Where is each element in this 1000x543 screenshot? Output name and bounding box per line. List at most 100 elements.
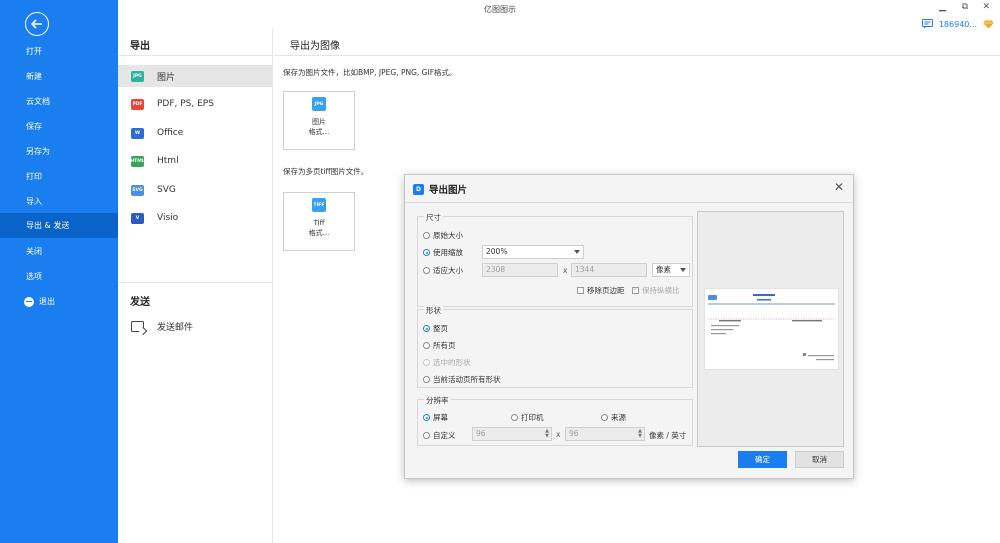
tile-label: 图片 bbox=[312, 118, 326, 126]
diamond-icon[interactable] bbox=[983, 20, 994, 29]
ok-button[interactable]: 确定 bbox=[738, 451, 787, 468]
all-pages-option[interactable]: 所有页 bbox=[423, 340, 456, 351]
pdf-icon: PDF bbox=[131, 98, 144, 110]
export-title: 导出 bbox=[130, 41, 150, 52]
title-bar: 亿图图示 ▁ ⧉ ✕ bbox=[118, 0, 1000, 18]
radio-fit[interactable] bbox=[423, 267, 430, 274]
option-label: 打印机 bbox=[521, 413, 544, 422]
export-item-image[interactable]: JPG 图片 bbox=[118, 65, 273, 87]
sidebar-item-cloud[interactable]: 云文档 bbox=[0, 89, 118, 114]
image-file-icon: JPG bbox=[312, 97, 326, 111]
radio-use-scale[interactable] bbox=[423, 249, 430, 256]
dpi-x-input[interactable]: 96 ▲ ▼ bbox=[472, 427, 552, 441]
option-label: 当前活动页所有形状 bbox=[433, 375, 501, 384]
send-email-label: 发送邮件 bbox=[157, 322, 194, 333]
export-item-office[interactable]: W Office bbox=[118, 122, 273, 144]
checkbox-remove-margin[interactable] bbox=[577, 287, 584, 294]
export-item-label: PDF, PS, EPS bbox=[157, 99, 214, 109]
option-label: 自定义 bbox=[433, 431, 456, 440]
custom-option[interactable]: 自定义 bbox=[423, 430, 456, 441]
divider bbox=[118, 55, 273, 56]
current-page-shapes-option[interactable]: 当前活动页所有形状 bbox=[423, 374, 501, 385]
original-size-option[interactable]: 原始大小 bbox=[423, 230, 463, 241]
arrow-left-icon bbox=[30, 19, 42, 29]
export-item-html[interactable]: HTML Html bbox=[118, 150, 273, 172]
radio-printer[interactable] bbox=[511, 414, 518, 421]
sidebar-item-import[interactable]: 导入 bbox=[0, 189, 118, 214]
whole-page-option[interactable]: 整页 bbox=[423, 323, 448, 334]
chat-icon[interactable] bbox=[921, 19, 933, 29]
radio-screen[interactable] bbox=[423, 414, 430, 421]
preview-document bbox=[708, 294, 835, 361]
sidebar-item-save-as[interactable]: 另存为 bbox=[0, 139, 118, 164]
dpi-y-input[interactable]: 96 ▲ ▼ bbox=[565, 427, 645, 441]
sidebar-item-export-send[interactable]: 导出 & 发送 bbox=[0, 213, 118, 238]
option-label: 原始大小 bbox=[433, 231, 463, 240]
sidebar-item-exit-label: 退出 bbox=[39, 297, 55, 306]
printer-option[interactable]: 打印机 bbox=[511, 412, 544, 423]
remove-margin-option[interactable]: 移除页边距 bbox=[577, 285, 625, 296]
export-item-svg[interactable]: SVG SVG bbox=[118, 179, 273, 201]
preview-pane bbox=[697, 211, 844, 447]
sidebar: 打开 新建 云文档 保存 另存为 打印 导入 导出 & 发送 关闭 选项 退出 bbox=[0, 0, 118, 543]
sidebar-item-close[interactable]: 关闭 bbox=[0, 239, 118, 264]
radio-source[interactable] bbox=[601, 414, 608, 421]
user-id[interactable]: 186940... bbox=[939, 20, 977, 29]
shape-group-label: 形状 bbox=[424, 305, 443, 316]
spinner-icon[interactable]: ▲ ▼ bbox=[638, 429, 642, 439]
export-item-label: SVG bbox=[157, 185, 176, 195]
sidebar-item-open[interactable]: 打开 bbox=[0, 39, 118, 64]
fit-size-option[interactable]: 适应大小 bbox=[423, 265, 463, 276]
checkbox-keep-ratio[interactable] bbox=[632, 285, 639, 294]
export-item-pdf[interactable]: PDF PDF, PS, EPS bbox=[118, 93, 273, 115]
send-email-item[interactable]: 发送邮件 bbox=[118, 315, 273, 337]
dpi-unit-label: 像素 / 英寸 bbox=[649, 431, 687, 440]
send-mail-icon bbox=[131, 320, 144, 332]
radio-current-page-shapes[interactable] bbox=[423, 376, 430, 383]
divider bbox=[405, 202, 853, 203]
export-item-visio[interactable]: V Visio bbox=[118, 207, 273, 229]
width-input[interactable]: 2308 bbox=[482, 263, 558, 277]
close-window-icon[interactable]: ✕ bbox=[982, 2, 990, 12]
x-label: x bbox=[563, 266, 568, 275]
radio-selected-shapes[interactable] bbox=[423, 359, 430, 366]
sidebar-item-options[interactable]: 选项 bbox=[0, 264, 118, 289]
scale-select[interactable]: 200% bbox=[482, 245, 584, 259]
cancel-button[interactable]: 取消 bbox=[795, 451, 844, 468]
scale-value: 200% bbox=[486, 247, 508, 256]
send-title: 发送 bbox=[130, 297, 150, 308]
back-button[interactable] bbox=[25, 12, 49, 36]
unit-select[interactable]: 像素 bbox=[652, 263, 690, 277]
dialog-close-icon[interactable]: ✕ bbox=[834, 180, 844, 194]
use-scale-option[interactable]: 使用缩放 bbox=[423, 247, 463, 258]
visio-icon: V bbox=[131, 212, 144, 224]
export-item-label: 图片 bbox=[157, 72, 176, 83]
x-label: x bbox=[556, 430, 561, 439]
export-item-label: Office bbox=[157, 128, 184, 138]
option-label: 选中的形状 bbox=[433, 358, 471, 367]
sidebar-item-print[interactable]: 打印 bbox=[0, 164, 118, 189]
dialog-title: D 导出图片 bbox=[413, 182, 467, 196]
keep-ratio-option[interactable]: 保持纵横比 bbox=[632, 285, 680, 296]
radio-original[interactable] bbox=[423, 232, 430, 239]
sidebar-item-new[interactable]: 新建 bbox=[0, 64, 118, 89]
radio-whole-page[interactable] bbox=[423, 325, 430, 332]
tile-label: Tiff bbox=[313, 219, 325, 227]
source-option[interactable]: 来源 bbox=[601, 412, 626, 423]
divider bbox=[274, 55, 1000, 56]
selected-shapes-option[interactable]: 选中的形状 bbox=[423, 357, 471, 368]
minimize-icon[interactable]: ▁ bbox=[939, 2, 946, 12]
screen-option[interactable]: 屏幕 bbox=[423, 412, 448, 423]
chevron-down-icon bbox=[574, 250, 580, 254]
spinner-icon[interactable]: ▲ ▼ bbox=[545, 429, 549, 439]
height-input[interactable]: 1344 bbox=[571, 263, 647, 277]
tiff-format-tile[interactable]: TIFF Tiff 格式... bbox=[283, 192, 355, 251]
option-label: 屏幕 bbox=[433, 413, 448, 422]
image-format-tile[interactable]: JPG 图片 格式... bbox=[283, 91, 355, 150]
radio-custom[interactable] bbox=[423, 432, 430, 439]
sidebar-item-save[interactable]: 保存 bbox=[0, 114, 118, 139]
sidebar-item-exit[interactable]: 退出 bbox=[0, 289, 118, 314]
restore-icon[interactable]: ⧉ bbox=[962, 2, 968, 12]
html-icon: HTML bbox=[130, 155, 145, 167]
radio-all-pages[interactable] bbox=[423, 342, 430, 349]
